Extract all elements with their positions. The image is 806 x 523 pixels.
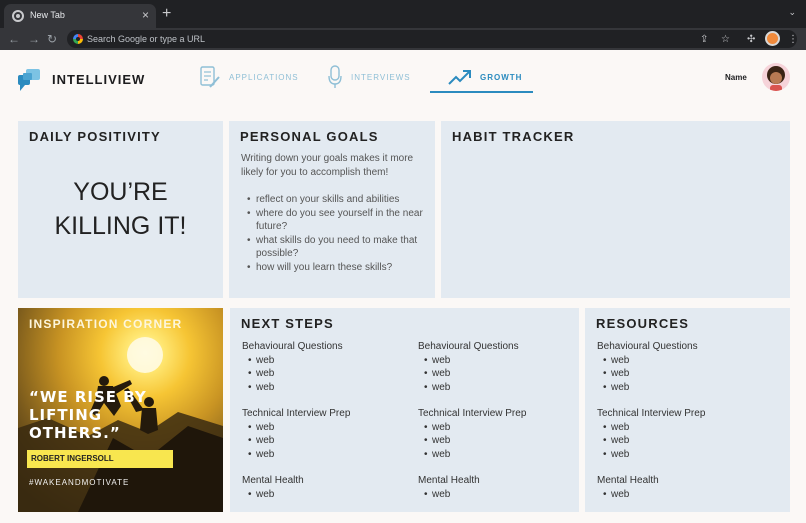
nav-applications[interactable]: APPLICATIONS (199, 62, 299, 92)
resource-heading: Behavioural Questions (418, 341, 519, 352)
web-link[interactable]: web (248, 434, 402, 448)
personal-goals-title: PERSONAL GOALS (240, 129, 379, 144)
share-icon[interactable]: ⇪ (700, 33, 708, 47)
personal-goals-card: PERSONAL GOALS Writing down your goals m… (229, 121, 435, 298)
browser-toolbar: ← → ↻ ⇪ ☆ ✣ ⋮ (0, 28, 806, 50)
list-item: where do you see yourself in the near fu… (247, 207, 427, 234)
inspiration-hashtag: #WAKEANDMOTIVATE (29, 478, 130, 487)
web-link[interactable]: web (603, 354, 757, 368)
resource-heading: Mental Health (242, 475, 304, 486)
web-link[interactable]: web (603, 448, 757, 462)
trending-up-icon (448, 70, 471, 85)
daily-positivity-card: DAILY POSITIVITY YOU’RE KILLING IT! (18, 121, 223, 298)
next-steps-card: NEXT STEPS Behavioural Questions web web… (230, 308, 579, 512)
nav-applications-label: APPLICATIONS (229, 72, 299, 82)
daily-message: YOU’RE KILLING IT! (18, 175, 223, 243)
list-item: what skills do you need to make that pos… (247, 234, 427, 261)
web-link[interactable]: web (424, 448, 578, 462)
web-link[interactable]: web (248, 381, 402, 395)
resource-group: Technical Interview Prep web web web (418, 407, 578, 461)
habit-tracker-card: HABIT TRACKER (441, 121, 790, 298)
web-link[interactable]: web (248, 488, 402, 502)
tab-title: New Tab (30, 10, 65, 20)
resources-title: RESOURCES (596, 316, 690, 331)
inspiration-title: INSPIRATION CORNER (29, 317, 183, 331)
resource-group: Mental Health web (597, 474, 757, 501)
extensions-puzzle-icon[interactable]: ✣ (747, 33, 755, 47)
web-link[interactable]: web (424, 381, 578, 395)
quote-author: ROBERT INGERSOLL (27, 450, 173, 468)
nav-interviews[interactable]: INTERVIEWS (327, 62, 411, 92)
tab-search-chevron-icon[interactable]: ⌄ (788, 7, 796, 18)
address-input[interactable] (87, 32, 677, 46)
nav-growth-label: GROWTH (480, 72, 523, 82)
tab-close-icon[interactable]: × (142, 8, 149, 22)
resource-heading: Technical Interview Prep (597, 408, 706, 419)
browser-tab-bar: New Tab × + ⌄ (0, 0, 806, 28)
intelliview-logo-icon (18, 69, 40, 91)
address-bar[interactable]: ⇪ ☆ ✣ ⋮ (67, 30, 798, 48)
web-link[interactable]: web (248, 354, 402, 368)
back-arrow-icon[interactable]: ← (8, 31, 20, 47)
daily-positivity-title: DAILY POSITIVITY (29, 129, 161, 144)
chrome-favicon-icon (12, 10, 24, 22)
bookmark-star-icon[interactable]: ☆ (721, 33, 730, 47)
web-link[interactable]: web (424, 434, 578, 448)
resource-group: Behavioural Questions web web web (242, 340, 402, 394)
document-edit-icon (200, 66, 220, 88)
chrome-menu-icon[interactable]: ⋮ (788, 33, 798, 47)
daily-message-line2: KILLING IT! (54, 212, 187, 240)
web-link[interactable]: web (248, 421, 402, 435)
user-name: Name (725, 73, 747, 82)
resource-group: Mental Health web (242, 474, 402, 501)
goals-intro: Writing down your goals makes it more li… (241, 153, 414, 178)
resource-group: Technical Interview Prep web web web (597, 407, 757, 461)
resource-heading: Behavioural Questions (597, 341, 698, 352)
resource-heading: Mental Health (418, 475, 480, 486)
brand-name: INTELLIVIEW (52, 72, 146, 87)
web-link[interactable]: web (603, 367, 757, 381)
profile-avatar-icon[interactable] (765, 31, 780, 46)
resources-card: RESOURCES Behavioural Questions web web … (585, 308, 790, 512)
resource-heading: Behavioural Questions (242, 341, 343, 352)
resource-group: Technical Interview Prep web web web (242, 407, 402, 461)
web-link[interactable]: web (603, 488, 757, 502)
resource-heading: Technical Interview Prep (242, 408, 351, 419)
microphone-icon (328, 65, 342, 88)
web-link[interactable]: web (424, 488, 578, 502)
resource-heading: Technical Interview Prep (418, 408, 527, 419)
avatar[interactable] (762, 63, 790, 91)
inspiration-corner-card: INSPIRATION CORNER “WE RISE BY LIFTING O… (18, 308, 223, 512)
web-link[interactable]: web (603, 434, 757, 448)
daily-message-line1: YOU’RE (73, 178, 168, 206)
web-link[interactable]: web (248, 367, 402, 381)
forward-arrow-icon[interactable]: → (28, 31, 40, 47)
web-link[interactable]: web (248, 448, 402, 462)
reload-icon[interactable]: ↻ (47, 31, 57, 47)
active-tab-indicator (430, 91, 533, 93)
nav-growth[interactable]: GROWTH (448, 62, 522, 92)
new-tab-button[interactable]: + (162, 5, 171, 23)
web-link[interactable]: web (603, 421, 757, 435)
resource-group: Behavioural Questions web web web (597, 340, 757, 394)
web-link[interactable]: web (424, 421, 578, 435)
resource-heading: Mental Health (597, 475, 659, 486)
goals-list: reflect on your skills and abilities whe… (247, 193, 427, 274)
browser-tab[interactable]: New Tab × (4, 4, 156, 28)
inspiration-quote: “WE RISE BY LIFTING OTHERS.” (29, 388, 147, 442)
nav-interviews-label: INTERVIEWS (351, 72, 411, 82)
google-g-icon (73, 34, 83, 44)
web-link[interactable]: web (603, 381, 757, 395)
resource-group: Mental Health web (418, 474, 578, 501)
web-link[interactable]: web (424, 354, 578, 368)
resource-group: Behavioural Questions web web web (418, 340, 578, 394)
habit-tracker-title: HABIT TRACKER (452, 129, 575, 144)
list-item: reflect on your skills and abilities (247, 193, 427, 207)
list-item: how will you learn these skills? (247, 261, 427, 275)
web-link[interactable]: web (424, 367, 578, 381)
next-steps-title: NEXT STEPS (241, 316, 334, 331)
